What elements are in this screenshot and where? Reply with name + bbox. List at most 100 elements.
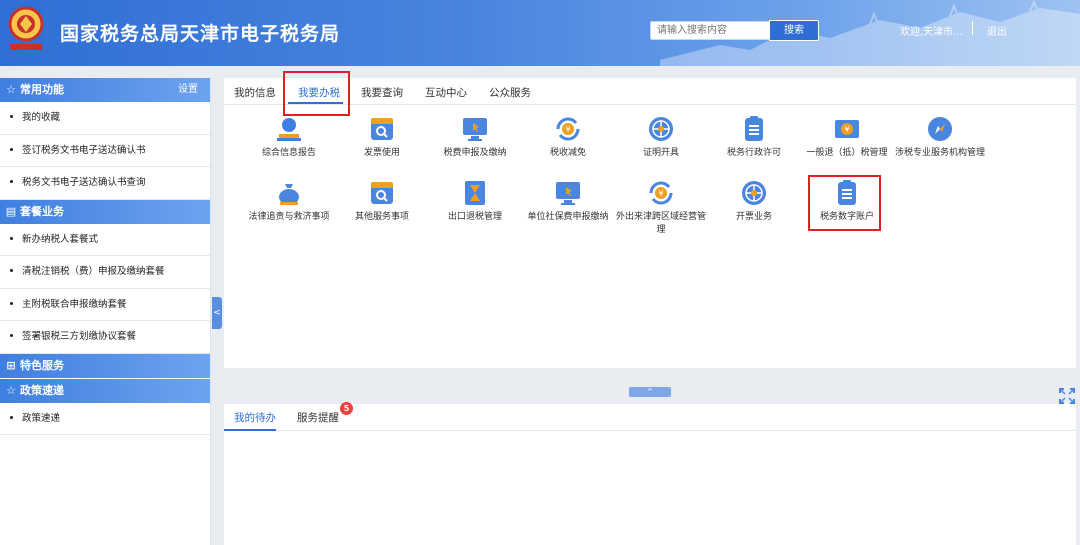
service-agency-management[interactable]: 涉税专业服务机构管理: [895, 114, 985, 164]
sidebar-item-tripartite-agreement[interactable]: 签署银税三方划缴协议套餐: [0, 321, 210, 354]
tab-my-todo[interactable]: 我的待办: [234, 410, 276, 425]
money-bag-icon: [279, 184, 299, 205]
service-social-security[interactable]: 单位社保费申报缴纳: [523, 178, 613, 228]
service-export-refund[interactable]: 出口退税管理: [430, 178, 520, 228]
stack-icon: ▤: [5, 204, 17, 218]
hourglass-icon: [465, 181, 485, 205]
fullscreen-icon[interactable]: [1058, 387, 1076, 405]
globe-icon: [649, 117, 673, 141]
sidebar-section-packages[interactable]: ▤ 套餐业务: [0, 199, 210, 224]
section-title: 政策速递: [20, 383, 64, 397]
invoice-search-icon: [371, 118, 393, 140]
bullet-icon: [10, 236, 13, 240]
bullet-icon: [10, 334, 13, 337]
service-label: 其他服务事项: [354, 212, 409, 222]
sidebar-item-label: 主附税联合申报缴纳套餐: [22, 298, 127, 310]
tab-my-info[interactable]: 我的信息: [234, 85, 276, 100]
sidebar-item-policy[interactable]: 政策速递: [0, 403, 210, 435]
settings-link[interactable]: 设置: [178, 78, 198, 102]
section-title: 特色服务: [20, 358, 64, 372]
tab-public-service[interactable]: 公众服务: [489, 85, 531, 100]
service-invoice-use[interactable]: 发票使用: [337, 114, 427, 164]
active-tab-indicator: [224, 429, 276, 431]
bullet-icon: [10, 269, 13, 272]
compass-icon: [928, 117, 952, 141]
service-label: 证明开具: [642, 148, 679, 158]
service-label: 发票使用: [363, 148, 400, 158]
sidebar-section-common[interactable]: ☆ 常用功能 设置: [0, 78, 210, 102]
sidebar-item-new-taxpayer[interactable]: 新办纳税人套餐式: [0, 224, 210, 256]
bullet-icon: [10, 180, 13, 183]
sidebar-item-delivery-query[interactable]: 税务文书电子送达确认书查询: [0, 167, 210, 200]
sidebar-section-policy[interactable]: ☆ 政策速递: [0, 378, 210, 403]
welcome-text: 欢迎,天津市...: [900, 27, 963, 38]
service-other-matters[interactable]: 其他服务事项: [337, 178, 427, 228]
monitor-cursor-icon: [463, 118, 487, 141]
lower-panel: 我的待办 服务提醒 5: [224, 402, 1076, 545]
sidebar-section-featured[interactable]: ⊞ 特色服务: [0, 353, 210, 378]
svg-text:¥: ¥: [844, 125, 849, 134]
tax-emblem-logo: [8, 6, 44, 50]
bullet-icon: [10, 301, 13, 305]
logout-link[interactable]: 退出: [987, 23, 1007, 38]
globe-icon: [742, 181, 766, 205]
service-label: 出口退税管理: [447, 212, 502, 222]
bullet-icon: [10, 147, 13, 151]
section-title: 常用功能: [20, 83, 64, 96]
svg-text:¥: ¥: [658, 189, 663, 198]
service-label: 单位社保费申报缴纳: [527, 212, 609, 222]
sidebar-item-joint-declaration[interactable]: 主附税联合申报缴纳套餐: [0, 289, 210, 321]
highlight-tab-box: [283, 71, 350, 116]
yuan-refresh-icon: ¥: [649, 181, 673, 205]
sidebar-item-sign-delivery[interactable]: 签订税务文书电子送达确认书: [0, 135, 210, 167]
site-title: 国家税务总局天津市电子税务局: [60, 23, 341, 45]
sidebar-collapse-button[interactable]: <: [212, 297, 222, 329]
sidebar-item-deregistration[interactable]: 清税注销税（费）申报及缴纳套餐: [0, 256, 210, 289]
header-divider: [972, 21, 973, 35]
service-label: 外出来津跨区域经营管理: [616, 212, 707, 235]
tab-service-reminder[interactable]: 服务提醒: [297, 410, 339, 425]
invoice-search-icon: [371, 182, 393, 204]
service-tax-refund[interactable]: ¥ 一般退（抵）税管理: [802, 114, 892, 164]
service-administrative-license[interactable]: 税务行政许可: [709, 114, 799, 164]
sidebar-item-label: 签订税务文书电子送达确认书: [22, 144, 146, 156]
service-label: 一般退（抵）税管理: [806, 148, 888, 158]
service-certificate[interactable]: 证明开具: [616, 114, 706, 164]
service-tax-reduction[interactable]: ¥ 税收减免: [523, 114, 613, 164]
search-button[interactable]: 搜索: [769, 20, 819, 41]
sidebar-item-label: 签署银税三方划缴协议套餐: [22, 331, 137, 342]
search-input[interactable]: [650, 21, 770, 40]
service-comprehensive-report[interactable]: 综合信息报告: [244, 114, 334, 164]
service-label: 开票业务: [735, 212, 772, 222]
sidebar-item-label: 税务文书电子送达确认书查询: [22, 177, 146, 188]
tab-query[interactable]: 我要查询: [361, 85, 403, 100]
grid-icon: ⊞: [6, 358, 16, 372]
service-invoicing[interactable]: 开票业务: [709, 178, 799, 228]
sidebar-item-favorites[interactable]: 我的收藏: [0, 102, 210, 135]
expand-panel-button[interactable]: ^: [629, 387, 671, 397]
svg-text:¥: ¥: [565, 125, 570, 134]
document-icon: [745, 116, 763, 141]
monitor-cursor-icon: [556, 182, 580, 205]
service-label: 涉税专业服务机构管理: [895, 148, 986, 158]
service-label: 税务行政许可: [726, 148, 781, 158]
service-cross-region[interactable]: ¥ 外出来津跨区域经营管理: [616, 178, 706, 235]
bullet-icon: [10, 415, 13, 419]
yuan-refresh-icon: ¥: [556, 117, 580, 141]
service-label: 综合信息报告: [261, 148, 316, 158]
person-tray-icon: [277, 118, 301, 141]
tab-interaction[interactable]: 互动中心: [425, 85, 467, 100]
service-declaration-payment[interactable]: 税费申报及缴纳: [430, 114, 520, 164]
sidebar-item-label: 我的收藏: [22, 112, 61, 123]
notification-badge: 5: [340, 402, 353, 415]
service-label: 税收减免: [549, 148, 586, 158]
tab-label: 服务提醒: [297, 412, 339, 424]
service-label: 税费申报及缴纳: [443, 148, 507, 158]
section-title: 套餐业务: [20, 204, 64, 218]
main-tabs: 我的信息 我要办税 我要查询 互动中心 公众服务: [224, 78, 1076, 105]
lower-tabs: 我的待办 服务提醒 5: [224, 402, 1076, 431]
sidebar: ☆ 常用功能 设置 我的收藏 签订税务文书电子送达确认书 税务文书电子送达确认书查…: [0, 78, 211, 545]
service-legal-remedy[interactable]: 法律追责与救济事项: [244, 178, 334, 228]
sidebar-item-label: 政策速递: [22, 412, 61, 424]
highlight-digital-account-box: [808, 175, 881, 231]
